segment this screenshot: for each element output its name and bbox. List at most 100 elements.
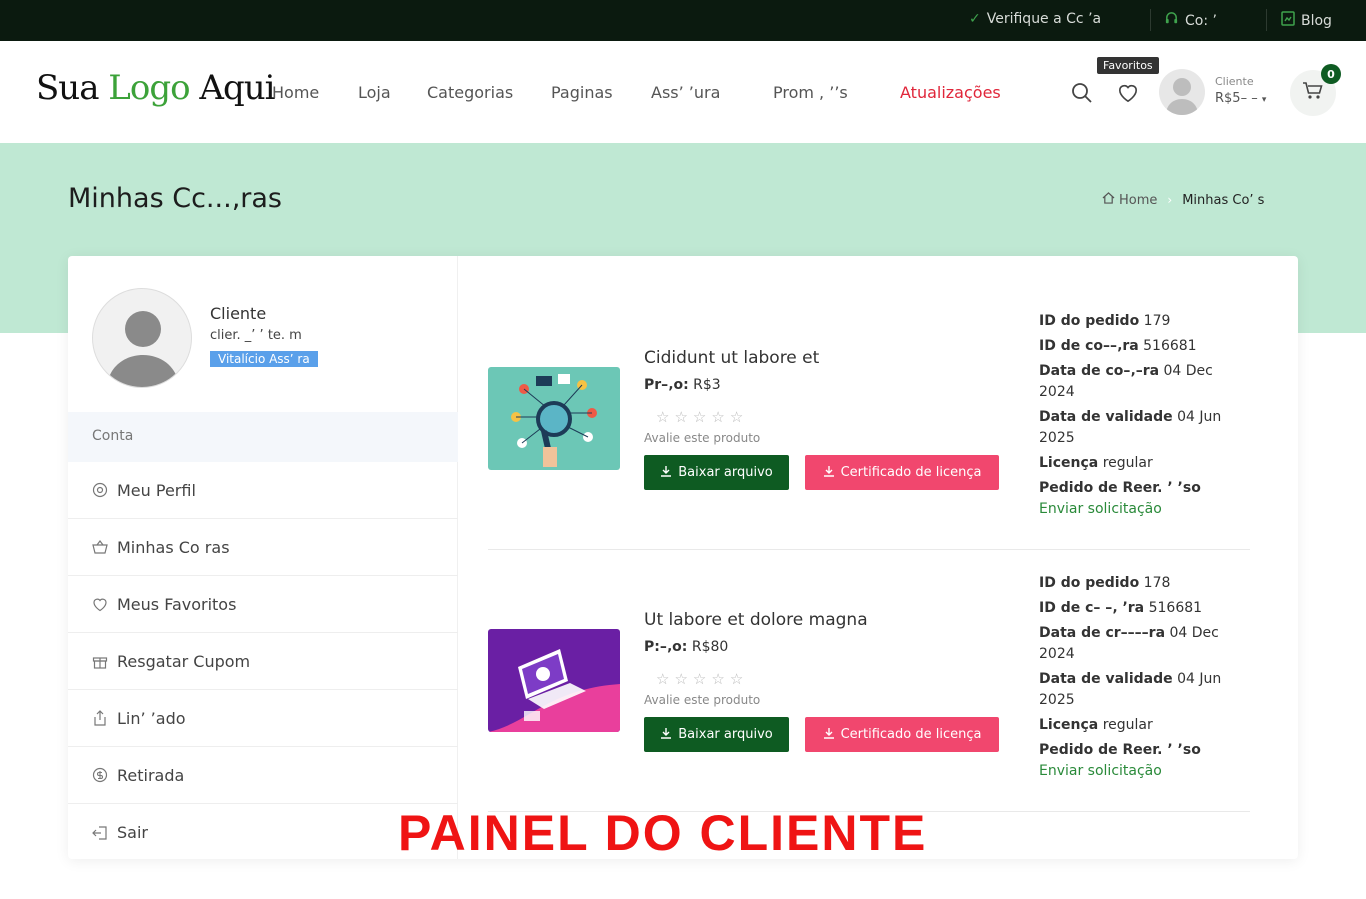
star-icon[interactable]: ☆ [730,408,748,426]
license-certificate-button[interactable]: Certificado de licença [805,717,999,752]
menu-item-coupon[interactable]: Resgatar Cupom [68,633,458,690]
nav-subscription[interactable]: Ass’ ’ura [651,83,720,102]
menu-item-label: Lin’ ’ado [117,708,186,728]
nav-updates[interactable]: Atualizações [900,83,1001,102]
breadcrumb-current: Minhas Co’ s [1182,192,1265,208]
refund-label: Pedido de Reer. ’ ’so [1039,480,1201,496]
star-icon[interactable]: ☆ [656,670,674,688]
user-balance-value: R$5– – [1215,91,1258,106]
nav-home[interactable]: Home [272,83,319,102]
price-label: P:–‚o: [644,639,688,655]
menu-item-label: Retirada [117,765,185,785]
star-icon[interactable]: ☆ [674,408,692,426]
validity-label: Data de validade [1039,409,1173,425]
verify-link[interactable]: ✓ Verifique a Cc ’a [969,11,1101,27]
search-icon[interactable] [1070,81,1094,105]
purchase-date-row: Data de cr––––ra 04 Dec 2024 [1039,623,1239,665]
cart-count-badge: 0 [1321,64,1341,84]
favorites-tooltip: Favoritos [1097,57,1159,74]
star-icon[interactable]: ☆ [693,408,711,426]
license-row: Licença regular [1039,715,1239,736]
purchase-id-value: 516681 [1148,600,1203,616]
license-certificate-button[interactable]: Certificado de licença [805,455,999,490]
blog-label: Blog [1301,12,1332,29]
purchase-id-label: ID de co––‚ra [1039,338,1139,354]
blog-link[interactable]: Blog [1281,11,1332,30]
avatar[interactable] [1159,69,1205,115]
download-icon [823,465,835,481]
refund-request-link[interactable]: Enviar solicitação [1039,761,1239,782]
menu-item-affiliate[interactable]: Lin’ ’ado [68,690,458,747]
license-value: regular [1102,455,1153,471]
order-details: ID do pedido 178 ID de c– –‚ ’ra 516681 … [1039,573,1239,782]
validity-row: Data de validade 04 Jun 2025 [1039,669,1239,711]
star-rating[interactable]: ☆☆☆☆☆ [656,670,748,688]
rate-label: Avalie este produto [644,693,761,707]
verify-label: Verifique a Cc ’a [986,11,1102,27]
menu-item-withdrawal[interactable]: Retirada [68,747,458,804]
menu-item-label: Minhas Co ras [117,537,230,557]
refund-request-link[interactable]: Enviar solicitação [1039,499,1239,520]
breadcrumb-home[interactable]: Home [1119,193,1157,208]
heart-icon[interactable] [1116,82,1140,104]
user-balance[interactable]: R$5– – ▾ [1215,91,1266,106]
overlay-caption: PAINEL DO CLIENTE [398,805,928,861]
certificate-label: Certificado de licença [840,727,982,742]
contact-label: Co: ’ [1185,12,1217,29]
validity-label: Data de validade [1039,671,1173,687]
nav-shop[interactable]: Loja [358,83,391,102]
chevron-right-icon: › [1167,193,1173,207]
license-label: Licença [1039,455,1099,471]
menu-header-label: Conta [92,428,134,444]
star-icon[interactable]: ☆ [674,670,692,688]
menu-item-profile[interactable]: Meu Perfil [68,462,458,519]
download-icon [660,465,672,481]
rate-label: Avalie este produto [644,431,761,445]
menu-item-label: Meus Favoritos [117,594,237,614]
main-header: Sua Logo Aqui Home Loja Categorias Pagin… [0,41,1366,143]
product-thumbnail-wordpress[interactable] [488,629,620,732]
product-price: P:–‚o: R$80 [644,639,728,655]
menu-item-label: Sair [117,823,148,842]
nav-pages[interactable]: Paginas [551,83,613,102]
nav-categories[interactable]: Categorias [427,83,513,102]
order-id-label: ID do pedido [1039,313,1140,329]
home-icon [1102,192,1115,208]
refund-label: Pedido de Reer. ’ ’so [1039,742,1201,758]
blog-icon [1281,11,1295,30]
product-price: Pr–‚o: R$3 [644,377,721,393]
purchase-date-label: Data de co–‚–ra [1039,363,1160,379]
chevron-down-icon: ▾ [1261,95,1267,105]
star-icon[interactable]: ☆ [693,670,711,688]
star-icon[interactable]: ☆ [730,670,748,688]
star-icon[interactable]: ☆ [656,408,674,426]
product-title[interactable]: Ut labore et dolore magna [644,610,868,630]
coin-icon [92,767,108,783]
star-icon[interactable]: ☆ [711,670,729,688]
menu-item-favorites[interactable]: Meus Favoritos [68,576,458,633]
download-button[interactable]: Baixar arquivo [644,717,789,752]
account-sidebar: Cliente clier. _’ ’ te. m Vitalício Ass’… [68,256,458,859]
logo-text-3: Aqui [189,68,275,108]
order-id-value: 178 [1143,575,1171,591]
membership-badge: Vitalício Ass’ ra [210,351,318,367]
nav-promotions[interactable]: Prom , ’’s [773,83,848,102]
account-card: Cliente clier. _’ ’ te. m Vitalício Ass’… [68,256,1298,859]
purchase-id-label: ID de c– –‚ ’ra [1039,600,1145,616]
heart-icon [92,596,108,612]
order-id-row: ID do pedido 178 [1039,573,1239,594]
logo-text-2: Logo [108,68,190,108]
product-title[interactable]: Cididunt ut labore et [644,348,819,368]
order-divider [488,549,1250,550]
star-icon[interactable]: ☆ [711,408,729,426]
menu-header: Conta [68,412,458,462]
topbar-divider [1266,9,1267,31]
gear-icon [92,482,108,498]
star-rating[interactable]: ☆☆☆☆☆ [656,408,748,426]
menu-item-purchases[interactable]: Minhas Co ras [68,519,458,576]
breadcrumb: Home › Minhas Co’ s [1102,192,1264,208]
contact-link[interactable]: Co: ’ [1164,11,1217,30]
site-logo[interactable]: Sua Logo Aqui [36,68,275,108]
product-thumbnail-seo[interactable] [488,367,620,470]
download-button[interactable]: Baixar arquivo [644,455,789,490]
